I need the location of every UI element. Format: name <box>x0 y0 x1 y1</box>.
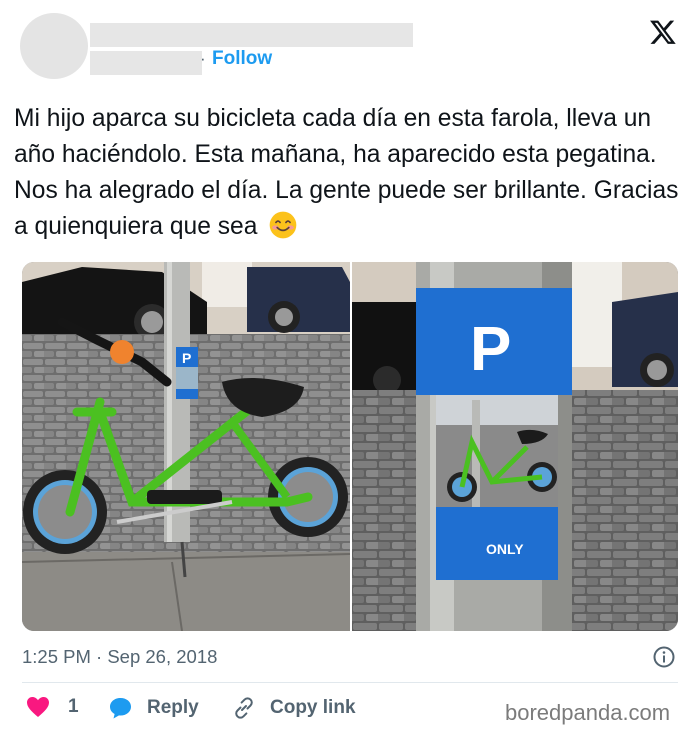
copy-link-label: Copy link <box>270 697 356 718</box>
separator-dot: · <box>200 49 206 68</box>
copy-link-button[interactable]: Copy link <box>232 696 356 720</box>
x-logo-icon[interactable] <box>648 18 678 46</box>
smiling-face-emoji-icon <box>269 211 297 239</box>
like-button[interactable]: 1 <box>26 696 79 718</box>
tweet-timestamp[interactable]: 1:25 PM · Sep 26, 2018 <box>22 646 217 668</box>
photo-parking-sticker[interactable]: P ONLY <box>352 262 678 631</box>
info-icon[interactable] <box>652 645 676 669</box>
reply-button[interactable]: Reply <box>108 696 199 720</box>
heart-icon <box>27 697 49 717</box>
sticker-p-letter: P <box>470 315 511 384</box>
divider <box>22 682 678 683</box>
redacted-display-name <box>90 23 413 47</box>
svg-text:P: P <box>182 350 191 366</box>
photo-bike-lamppost[interactable]: P <box>22 262 350 631</box>
sticker-only-text: ONLY <box>486 541 524 557</box>
tweet-text: Mi hijo aparca su bicicleta cada día en … <box>14 105 679 240</box>
redacted-handle <box>90 51 202 75</box>
tweet-text-block: Mi hijo aparca su bicicleta cada día en … <box>14 101 696 245</box>
link-icon <box>235 697 253 719</box>
watermark: boredpanda.com <box>505 700 671 725</box>
reply-bubble-icon <box>110 698 131 719</box>
follow-button[interactable]: Follow <box>212 48 272 70</box>
like-count: 1 <box>68 696 79 717</box>
avatar[interactable] <box>20 13 88 79</box>
reply-label: Reply <box>147 697 199 718</box>
tweet-header: · Follow <box>0 0 700 90</box>
